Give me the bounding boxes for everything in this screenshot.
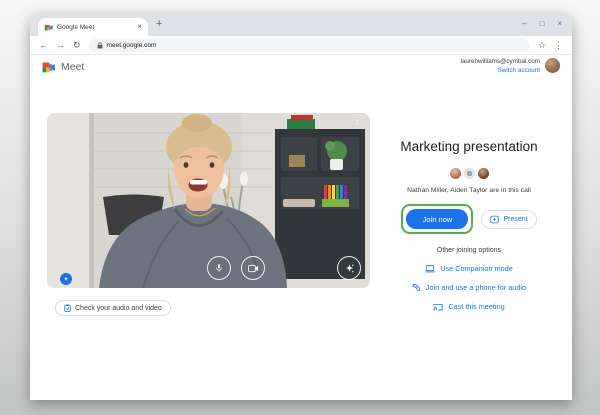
other-joining-options-title: Other joining options — [436, 247, 502, 254]
present-label: Present — [503, 215, 528, 223]
participants-text: Nathan Miller, Aiden Taylor are in this … — [407, 187, 531, 194]
effects-button[interactable] — [337, 256, 361, 280]
lock-icon — [97, 41, 103, 49]
address-bar[interactable]: meet.google.com — [88, 38, 530, 52]
sparkle-icon — [345, 263, 353, 272]
option-label: Join and use a phone for audio — [425, 283, 527, 292]
participant-avatars — [378, 168, 560, 179]
desktop: { "browser": { "tab_title": "Google Meet… — [0, 0, 600, 415]
meet-page: Meet laurenwilliams@cymbal.com Switch ac… — [30, 55, 572, 400]
join-phone-audio-link[interactable]: Join and use a phone for audio — [378, 283, 560, 292]
audio-video-check-icon — [64, 304, 71, 312]
app-name: Meet — [61, 61, 85, 73]
back-button[interactable]: ← — [39, 40, 48, 50]
account-info: laurenwilliams@cymbal.com Switch account — [460, 57, 540, 76]
browser-toolbar: ← → ↻ meet.google.com ☆ ⋮ — [30, 36, 572, 55]
url-text: meet.google.com — [106, 41, 157, 49]
app-header: Meet — [42, 61, 84, 73]
effects-applied-badge: ✦ — [60, 273, 72, 285]
window-controls: – □ × — [522, 17, 562, 31]
browser-menu-icon[interactable]: ⋮ — [554, 40, 563, 50]
join-actions-row: Join now Present — [378, 204, 560, 234]
browser-tab-google-meet[interactable]: Google Meet × — [38, 18, 148, 36]
phone-audio-icon — [412, 283, 421, 292]
meet-favicon-icon — [44, 23, 53, 32]
account-avatar[interactable] — [545, 58, 560, 73]
meet-logo-icon — [42, 62, 55, 73]
forward-button[interactable]: → — [56, 40, 65, 50]
video-preview: ⋮ — [47, 113, 370, 288]
maximize-button[interactable]: □ — [539, 17, 544, 31]
microphone-button[interactable] — [207, 256, 231, 280]
microphone-icon — [216, 264, 222, 272]
bookmark-star-icon[interactable]: ☆ — [538, 40, 546, 50]
tab-strip: Google Meet × + – □ × — [30, 14, 572, 36]
browser-window: Google Meet × + – □ × ← → ↻ meet.google.… — [30, 14, 572, 400]
cast-icon — [433, 303, 443, 311]
meeting-title: Marketing presentation — [400, 139, 538, 154]
reload-button[interactable]: ↻ — [73, 40, 81, 50]
tab-title: Google Meet — [57, 23, 95, 31]
check-audio-video-label: Check your audio and video — [75, 304, 162, 312]
video-more-icon[interactable]: ⋮ — [353, 115, 362, 126]
switch-account-link[interactable]: Switch account — [460, 66, 540, 75]
meeting-panel: Marketing presentation Nathan Miller, Ai… — [378, 139, 560, 311]
camera-icon — [247, 264, 258, 272]
join-now-highlight-annotation: Join now — [401, 204, 474, 234]
cast-meeting-link[interactable]: Cast this meeting — [378, 302, 560, 311]
companion-mode-icon — [425, 264, 435, 273]
present-button[interactable]: Present — [481, 209, 537, 229]
participant-avatar — [449, 168, 461, 179]
camera-button[interactable] — [241, 256, 265, 280]
option-label: Use Companion mode — [440, 264, 513, 273]
account-email: laurenwilliams@cymbal.com — [460, 58, 540, 65]
option-label: Cast this meeting — [448, 302, 505, 311]
use-companion-mode-link[interactable]: Use Companion mode — [378, 264, 560, 273]
check-audio-video-button[interactable]: Check your audio and video — [55, 300, 171, 316]
participant-avatar — [463, 168, 475, 179]
close-button[interactable]: × — [557, 17, 562, 31]
new-tab-button[interactable]: + — [156, 18, 162, 30]
tab-close-icon[interactable]: × — [137, 23, 142, 31]
participant-avatar — [477, 168, 489, 179]
present-icon — [490, 215, 500, 224]
join-now-button[interactable]: Join now — [406, 209, 469, 229]
minimize-button[interactable]: – — [522, 17, 526, 31]
